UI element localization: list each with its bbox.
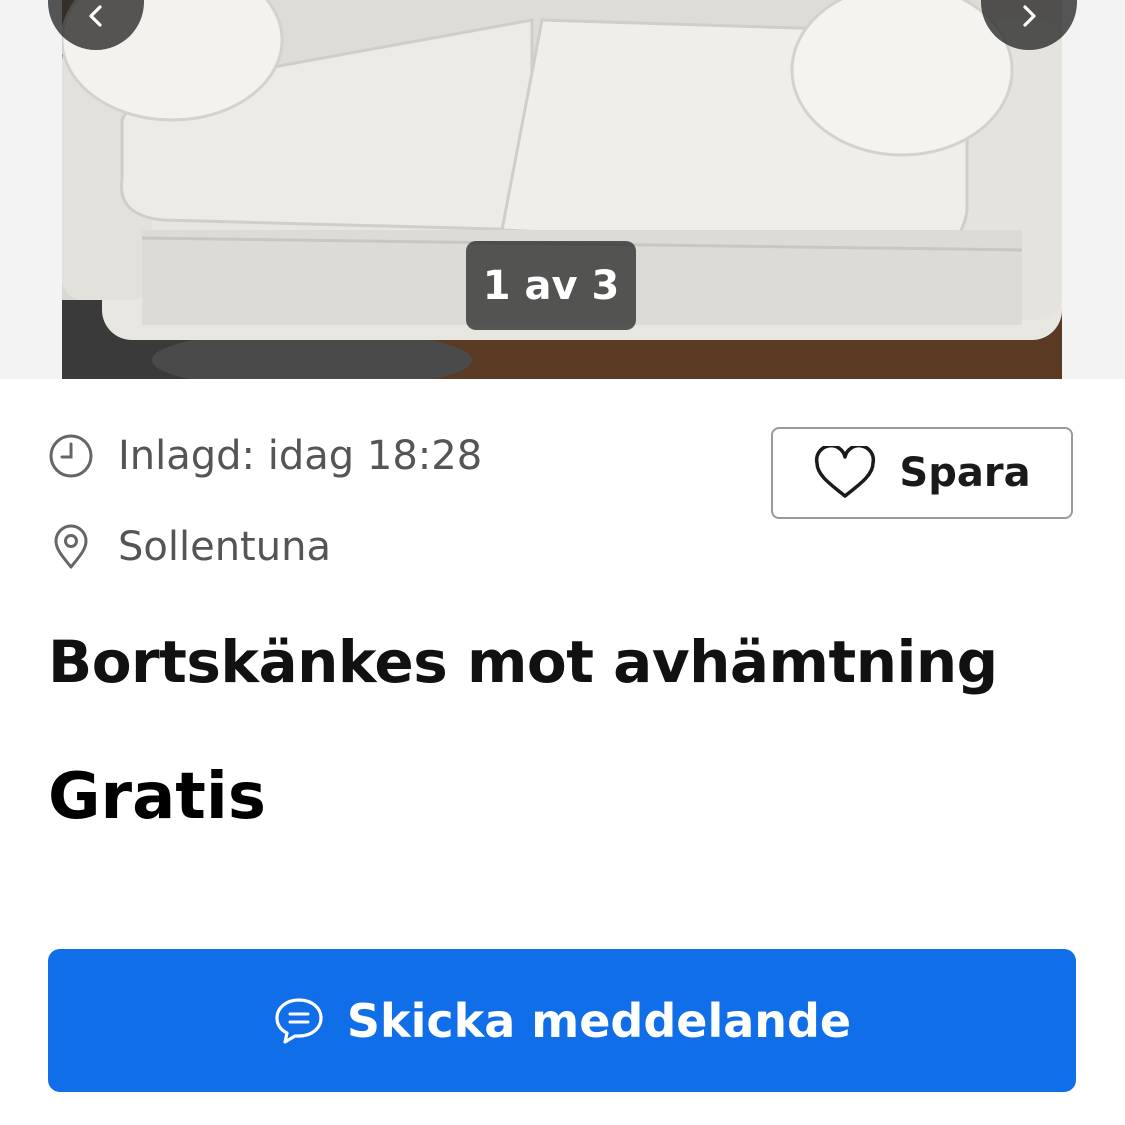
location: Sollentuna	[48, 524, 331, 570]
save-button[interactable]: Spara	[771, 427, 1073, 519]
location-label: Sollentuna	[118, 524, 331, 570]
image-counter: 1 av 3	[466, 241, 636, 330]
clock-icon	[48, 433, 94, 479]
send-message-label: Skicka meddelande	[346, 993, 852, 1048]
chat-bubble-icon	[275, 997, 323, 1044]
posted-time-label: Inlagd: idag 18:28	[118, 433, 483, 479]
listing-price: Gratis	[48, 760, 266, 834]
chevron-right-icon	[1023, 5, 1036, 27]
save-button-label: Spara	[899, 450, 1031, 496]
posted-time: Inlagd: idag 18:28	[48, 433, 482, 479]
listing-page: 1 av 3 Inlagd: idag 18:28 Sollentuna Spa…	[0, 0, 1125, 1125]
send-message-button[interactable]: Skicka meddelande	[48, 949, 1076, 1092]
chevron-left-icon	[89, 5, 102, 27]
image-gallery[interactable]: 1 av 3	[0, 0, 1125, 379]
location-pin-icon	[48, 524, 94, 570]
heart-icon	[815, 446, 876, 498]
listing-title: Bortskänkes mot avhämtning	[48, 628, 998, 696]
